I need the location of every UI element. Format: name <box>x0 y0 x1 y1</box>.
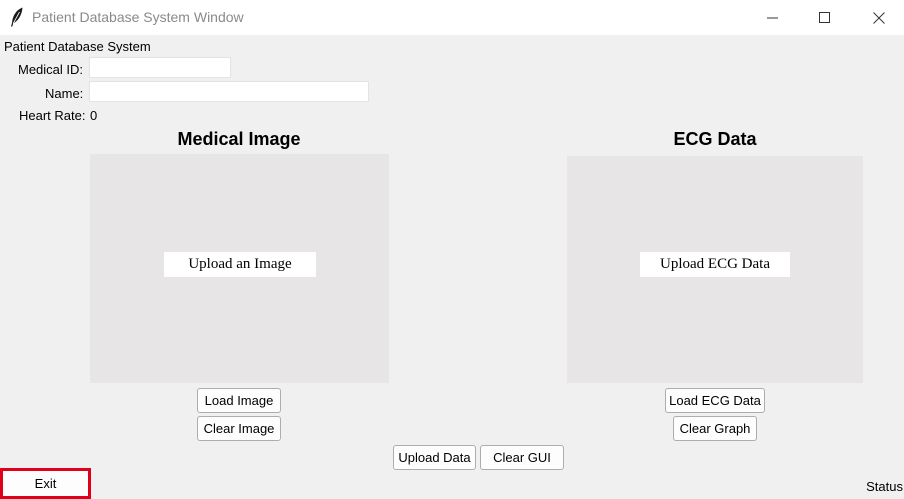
load-ecg-data-button[interactable]: Load ECG Data <box>665 388 765 413</box>
minimize-button[interactable] <box>750 0 796 35</box>
close-button[interactable] <box>856 0 902 35</box>
ecg-data-heading: ECG Data <box>673 129 757 149</box>
medical-id-label: Medical ID: <box>18 62 84 77</box>
app-label: Patient Database System <box>4 39 151 54</box>
maximize-button[interactable] <box>802 0 848 35</box>
feather-icon <box>10 7 24 27</box>
upload-image-placeholder: Upload an Image <box>164 252 316 277</box>
status-label: Status <box>866 479 903 494</box>
close-icon <box>873 11 885 24</box>
name-label: Name: <box>45 86 84 101</box>
exit-button[interactable]: Exit <box>0 468 91 499</box>
clear-graph-button[interactable]: Clear Graph <box>673 416 757 441</box>
medical-id-input[interactable] <box>89 57 231 78</box>
heart-rate-value: 0 <box>90 108 98 123</box>
minimize-icon <box>767 17 778 18</box>
load-image-button[interactable]: Load Image <box>197 388 281 413</box>
ecg-data-panel: Upload ECG Data <box>567 156 863 383</box>
clear-image-button[interactable]: Clear Image <box>197 416 281 441</box>
main-content: Patient Database System Medical ID: Name… <box>0 35 904 499</box>
medical-image-panel: Upload an Image <box>90 154 389 383</box>
clear-gui-button[interactable]: Clear GUI <box>480 445 564 470</box>
upload-data-button[interactable]: Upload Data <box>393 445 476 470</box>
title-bar: Patient Database System Window <box>0 0 904 35</box>
upload-ecg-placeholder: Upload ECG Data <box>640 252 790 277</box>
heart-rate-label: Heart Rate: <box>19 108 86 123</box>
medical-image-heading: Medical Image <box>177 129 301 149</box>
name-input[interactable] <box>89 81 369 102</box>
maximize-icon <box>819 11 830 23</box>
app-window: Patient Database System Window Patient D… <box>0 0 904 499</box>
window-title: Patient Database System Window <box>32 9 244 25</box>
